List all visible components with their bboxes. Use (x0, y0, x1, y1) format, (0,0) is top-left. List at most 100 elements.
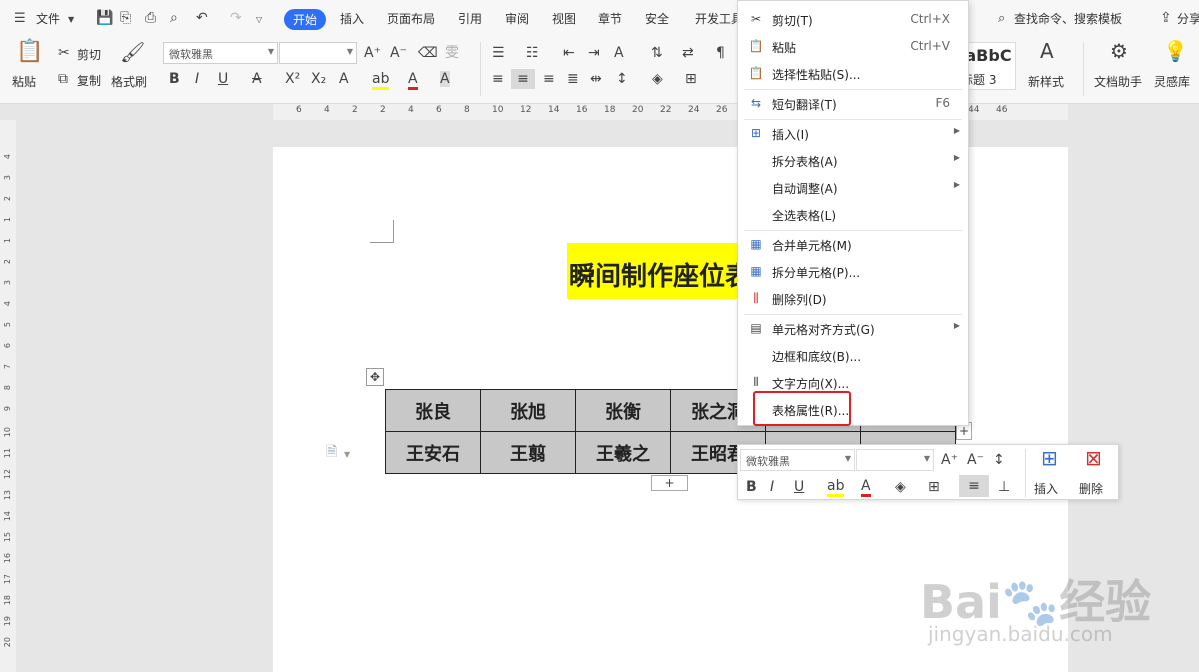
tab-home[interactable]: 开始 (284, 9, 327, 30)
menu-item-cell-alignment[interactable]: ▤ 单元格对齐方式(G) ▶ (738, 316, 968, 342)
menu-item-merge-cells[interactable]: ▦ 合并单元格(M) (738, 232, 968, 258)
char-shading-icon[interactable]: A (440, 71, 450, 87)
tab-security[interactable]: 安全 (645, 10, 669, 27)
menu-item-autofit[interactable]: 自动调整(A) ▶ (738, 175, 968, 201)
table-cell[interactable]: 张良 (385, 389, 481, 432)
copy-button[interactable]: 复制 (77, 72, 101, 89)
file-menu[interactable]: 文件 (36, 10, 60, 27)
increase-indent-icon[interactable]: ⇥ (588, 45, 600, 61)
font-color-icon[interactable]: A (861, 478, 871, 497)
clear-format-icon[interactable]: ⌫ (418, 45, 438, 61)
move-table-icon[interactable]: ✥ (366, 368, 384, 386)
menu-item-split-table[interactable]: 拆分表格(A) ▶ (738, 148, 968, 174)
scissors-icon[interactable]: ✂ (58, 45, 70, 61)
shrink-font-icon[interactable]: A⁻ (390, 45, 407, 61)
doc-assistant-button[interactable]: 文档助手 (1094, 73, 1142, 90)
bullets-icon[interactable]: ☰ (492, 45, 505, 61)
tab-review[interactable]: 审阅 (505, 10, 529, 27)
format-painter-icon[interactable]: 🖌 (120, 42, 145, 62)
paint-icon[interactable]: ⊥ (998, 479, 1010, 495)
tab-developer[interactable]: 开发工具 (695, 10, 743, 27)
font-color-icon[interactable]: A (408, 71, 418, 90)
line-spacing-icon[interactable]: ↕ (616, 71, 628, 87)
font-size-select[interactable]: ▼ (279, 42, 357, 64)
command-search[interactable]: 查找命令、搜索模板 (1014, 10, 1122, 27)
highlight-icon[interactable]: ab (827, 478, 845, 497)
grow-font-icon[interactable]: A⁺ (364, 45, 381, 61)
strikethrough-icon[interactable]: A (252, 71, 262, 87)
chevron-down-icon[interactable]: ▼ (344, 447, 350, 463)
table-cell[interactable]: 王羲之 (575, 431, 671, 474)
cut-button[interactable]: 剪切 (77, 46, 101, 63)
table-cell[interactable]: 王翦 (480, 431, 576, 474)
numbering-icon[interactable]: ☷ (526, 45, 539, 61)
chinese-layout-icon[interactable]: A (614, 45, 624, 61)
tab-page-layout[interactable]: 页面布局 (387, 10, 435, 27)
shrink-font-icon[interactable]: A⁻ (967, 452, 984, 468)
tab-references[interactable]: 引用 (458, 10, 482, 27)
tab-insert[interactable]: 插入 (340, 10, 364, 27)
inspiration-button[interactable]: 灵感库 (1154, 73, 1190, 90)
shading-icon[interactable]: ◈ (652, 71, 663, 87)
menu-item-translate[interactable]: ⇆ 短句翻译(T) F6 (738, 91, 968, 117)
add-row-icon[interactable]: + (651, 475, 688, 491)
preview-icon[interactable]: ⌕ (170, 10, 178, 26)
mini-delete-button[interactable]: 删除 (1079, 480, 1103, 497)
decrease-indent-icon[interactable]: ⇤ (563, 45, 575, 61)
table-cell[interactable]: 王安石 (385, 431, 481, 474)
phonetic-icon[interactable]: 雯 (445, 45, 459, 61)
paste-icon[interactable]: 📋 (16, 41, 43, 63)
search-icon[interactable]: ⌕ (998, 11, 1005, 27)
style-gallery[interactable]: AaBbC 标题 3 (953, 42, 1016, 90)
menu-item-paste[interactable]: 📋 粘贴 Ctrl+V (738, 34, 968, 60)
table-cell[interactable]: 张衡 (575, 389, 671, 432)
tab-view[interactable]: 视图 (552, 10, 576, 27)
grow-font-icon[interactable]: A⁺ (941, 452, 958, 468)
format-painter-button[interactable]: 格式刷 (111, 73, 147, 90)
underline-icon[interactable]: U (794, 479, 804, 495)
italic-icon[interactable]: I (195, 71, 199, 87)
italic-icon[interactable]: I (770, 479, 774, 495)
copy-icon[interactable]: ⧉ (58, 71, 68, 87)
underline-icon[interactable]: U (218, 71, 228, 87)
align-center-icon[interactable]: ≡ (511, 69, 535, 89)
document-icon[interactable]: 🗎 (326, 444, 337, 460)
tab-section[interactable]: 章节 (598, 10, 622, 27)
borders-icon[interactable]: ⊞ (928, 479, 940, 495)
hamburger-icon[interactable]: ☰ (14, 11, 26, 27)
mini-size-select[interactable]: ▼ (856, 449, 934, 471)
show-marks-icon[interactable]: ⇄ (682, 45, 694, 61)
menu-item-paste-special[interactable]: 📋 选择性粘贴(S)... (738, 61, 968, 87)
menu-item-delete-column[interactable]: ⫼ 删除列(D) (738, 286, 968, 312)
highlight-icon[interactable]: ab (372, 71, 390, 90)
document-title[interactable]: 瞬间制作座位表 (567, 243, 739, 299)
subscript-icon[interactable]: X₂ (311, 71, 326, 87)
doc-assistant-icon[interactable]: ⚙ (1110, 41, 1128, 61)
menu-item-insert[interactable]: ⊞ 插入(I) ▶ (738, 121, 968, 147)
paragraph-mark-icon[interactable]: ¶ (716, 45, 725, 61)
save-icon[interactable]: 💾 (96, 10, 113, 26)
shading-icon[interactable]: ◈ (895, 479, 906, 495)
sort-icon[interactable]: ⇅ (651, 45, 663, 61)
align-left-icon[interactable]: ≡ (492, 71, 504, 87)
font-name-select[interactable]: 微软雅黑 ▼ (163, 42, 278, 64)
bold-icon[interactable]: B (746, 479, 757, 495)
print-icon[interactable]: ⎙ (145, 10, 156, 26)
menu-item-split-cells[interactable]: ▦ 拆分单元格(P)... (738, 259, 968, 285)
share-button[interactable]: 分享 (1177, 10, 1199, 27)
justify-icon[interactable]: ≣ (567, 71, 579, 87)
line-spacing-icon[interactable]: ↕ (993, 452, 1005, 468)
bold-icon[interactable]: B (169, 71, 180, 87)
borders-icon[interactable]: ⊞ (685, 71, 697, 87)
table-cell[interactable]: 张旭 (480, 389, 576, 432)
menu-item-select-table[interactable]: 全选表格(L) (738, 202, 968, 228)
lightbulb-icon[interactable]: 💡 (1163, 41, 1188, 61)
distribute-icon[interactable]: ⇹ (590, 71, 602, 87)
menu-item-borders-shading[interactable]: 边框和底纹(B)... (738, 343, 968, 369)
table-delete-icon[interactable]: ⊠ (1085, 448, 1102, 468)
share-doc-icon[interactable]: ⎘ (120, 10, 131, 26)
mini-font-select[interactable]: 微软雅黑 ▼ (740, 449, 855, 471)
vertical-ruler[interactable]: 4 3 2 1 1 2 3 4 5 6 7 8 9 10 11 12 13 14 15 16 17 18 19 20 (0, 120, 16, 672)
quick-access-more-icon[interactable]: ▽ (256, 12, 262, 28)
new-style-button[interactable]: 新样式 (1028, 73, 1064, 90)
